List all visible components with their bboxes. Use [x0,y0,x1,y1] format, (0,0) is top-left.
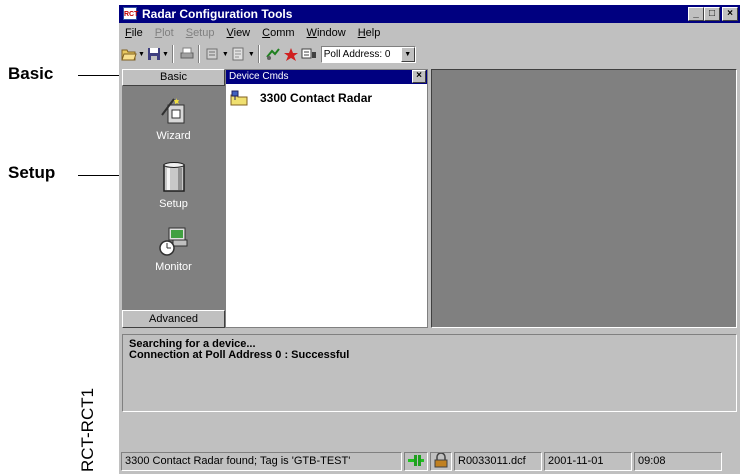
file-name: R0033011.dcf [454,452,542,471]
status-bar: 3300 Contact Radar found; Tag is 'GTB-TE… [119,449,740,474]
window-title: Radar Configuration Tools [142,7,293,21]
sidebar-item-monitor[interactable]: Monitor [122,226,225,273]
open-folder-icon [121,49,137,61]
connect-icon [265,48,280,60]
menu-view[interactable]: View [220,27,256,39]
minimize-button[interactable]: _ [688,7,704,21]
device-cmds-close-button[interactable]: × [412,70,426,83]
menu-help[interactable]: Help [352,27,387,39]
setup-icon [162,162,185,192]
menu-plot[interactable]: Plot [149,27,180,39]
lock-icon [434,453,448,468]
comm-icon [301,48,316,59]
document-icon [232,47,244,61]
sidebar-item-label: Setup [159,198,188,210]
sidebar-item-label: Monitor [155,261,192,273]
chevron-down-icon[interactable]: ▼ [400,46,415,62]
chevron-down-icon[interactable]: ▼ [162,51,169,58]
open-folder-button[interactable]: ▼ [121,44,145,64]
figure-label: RCT-RCT1 [78,387,97,472]
alarm-button[interactable] [283,44,299,64]
device-icon [206,48,218,60]
output-log[interactable]: Searching for a device... Connection at … [122,334,737,412]
sidebar-item-wizard[interactable]: Wizard [122,95,225,142]
sidebar-item-label: Wizard [156,130,191,142]
device-cmds-title: Device Cmds [229,71,289,82]
chevron-down-icon[interactable]: ▼ [138,51,145,58]
maximize-button[interactable]: □ [704,7,720,21]
connect-button[interactable] [265,44,281,64]
wizard-icon [160,98,184,124]
title-bar: RCT Radar Configuration Tools _ □ × [119,5,740,23]
menu-file[interactable]: File [119,27,149,39]
chevron-down-icon[interactable]: ▼ [222,51,229,58]
workspace-area [431,69,737,328]
basic-callout-label: Basic [8,64,54,83]
toolbar-separator [171,45,174,63]
setup-callout-label: Setup [8,163,56,182]
close-button[interactable]: × [722,7,738,21]
menu-bar: File Plot Setup View Comm Window Help [119,24,740,42]
toolbar-separator [197,45,200,63]
monitor-icon [158,227,187,256]
app-window: RCT Radar Configuration Tools _ □ × File… [119,5,740,474]
poll-address-value: Poll Address: 0 [323,48,391,60]
app-icon[interactable]: RCT [123,7,138,20]
status-date: 2001-11-01 [544,452,632,471]
poll-address-select[interactable]: Poll Address: 0 ▼ [320,45,416,63]
sidebar-item-setup[interactable]: Setup [122,161,225,210]
tree-item-device[interactable]: 3300 Contact Radar [230,90,372,106]
toolbar: ▼ ▼ ▼ ▼ Poll Address: 0 ▼ [119,43,740,65]
navigation-sidebar: Basic Wizard Setup Monitor Advanced [122,69,225,328]
document-button[interactable]: ▼ [231,44,255,64]
save-icon [147,48,160,60]
device-folder-icon [230,90,248,106]
log-line: Connection at Poll Address 0 : Successfu… [129,349,350,361]
sidebar-tab-basic[interactable]: Basic [122,69,225,86]
status-time: 09:08 [634,452,722,471]
connection-status [404,452,428,471]
status-message: 3300 Contact Radar found; Tag is 'GTB-TE… [121,452,402,471]
device-button[interactable]: ▼ [205,44,229,64]
chevron-down-icon[interactable]: ▼ [248,51,255,58]
device-cmds-panel: Device Cmds × 3300 Contact Radar [225,69,428,328]
save-button[interactable]: ▼ [147,44,169,64]
tree-item-label: 3300 Contact Radar [260,91,373,105]
connection-icon [408,455,424,466]
sidebar-tab-advanced[interactable]: Advanced [122,310,225,328]
menu-window[interactable]: Window [301,27,352,39]
print-icon [180,47,194,59]
menu-setup[interactable]: Setup [180,27,221,39]
lock-status [430,452,452,471]
toolbar-separator [257,45,260,63]
alarm-icon [283,48,298,61]
comm-button[interactable] [301,44,317,64]
print-button[interactable] [179,44,195,64]
basic-callout-line [78,75,121,76]
device-cmds-title-bar: Device Cmds × [226,70,427,84]
menu-comm[interactable]: Comm [256,27,300,39]
